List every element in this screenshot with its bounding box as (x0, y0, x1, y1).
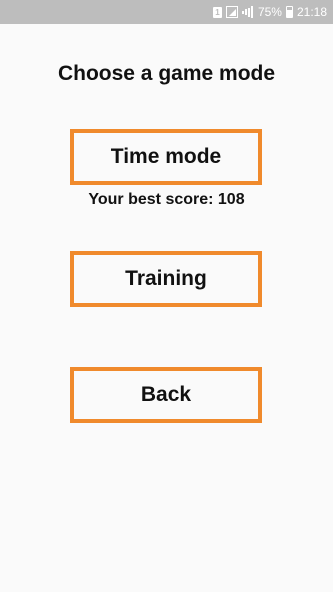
time-mode-button[interactable]: Time mode (70, 129, 262, 185)
best-score-label: Your best score: 108 (88, 191, 245, 208)
signal-strength-icon (241, 6, 254, 18)
clock: 21:18 (296, 5, 327, 19)
sim-card-icon: 1 (212, 6, 222, 18)
page-title: Choose a game mode (57, 62, 276, 85)
training-button[interactable]: Training (70, 251, 262, 307)
battery-percent: 75% (257, 5, 282, 19)
back-button[interactable]: Back (70, 367, 262, 423)
battery-icon (285, 6, 293, 18)
status-bar: 1 75% 21:18 (0, 0, 333, 24)
no-signal-icon (225, 6, 238, 18)
